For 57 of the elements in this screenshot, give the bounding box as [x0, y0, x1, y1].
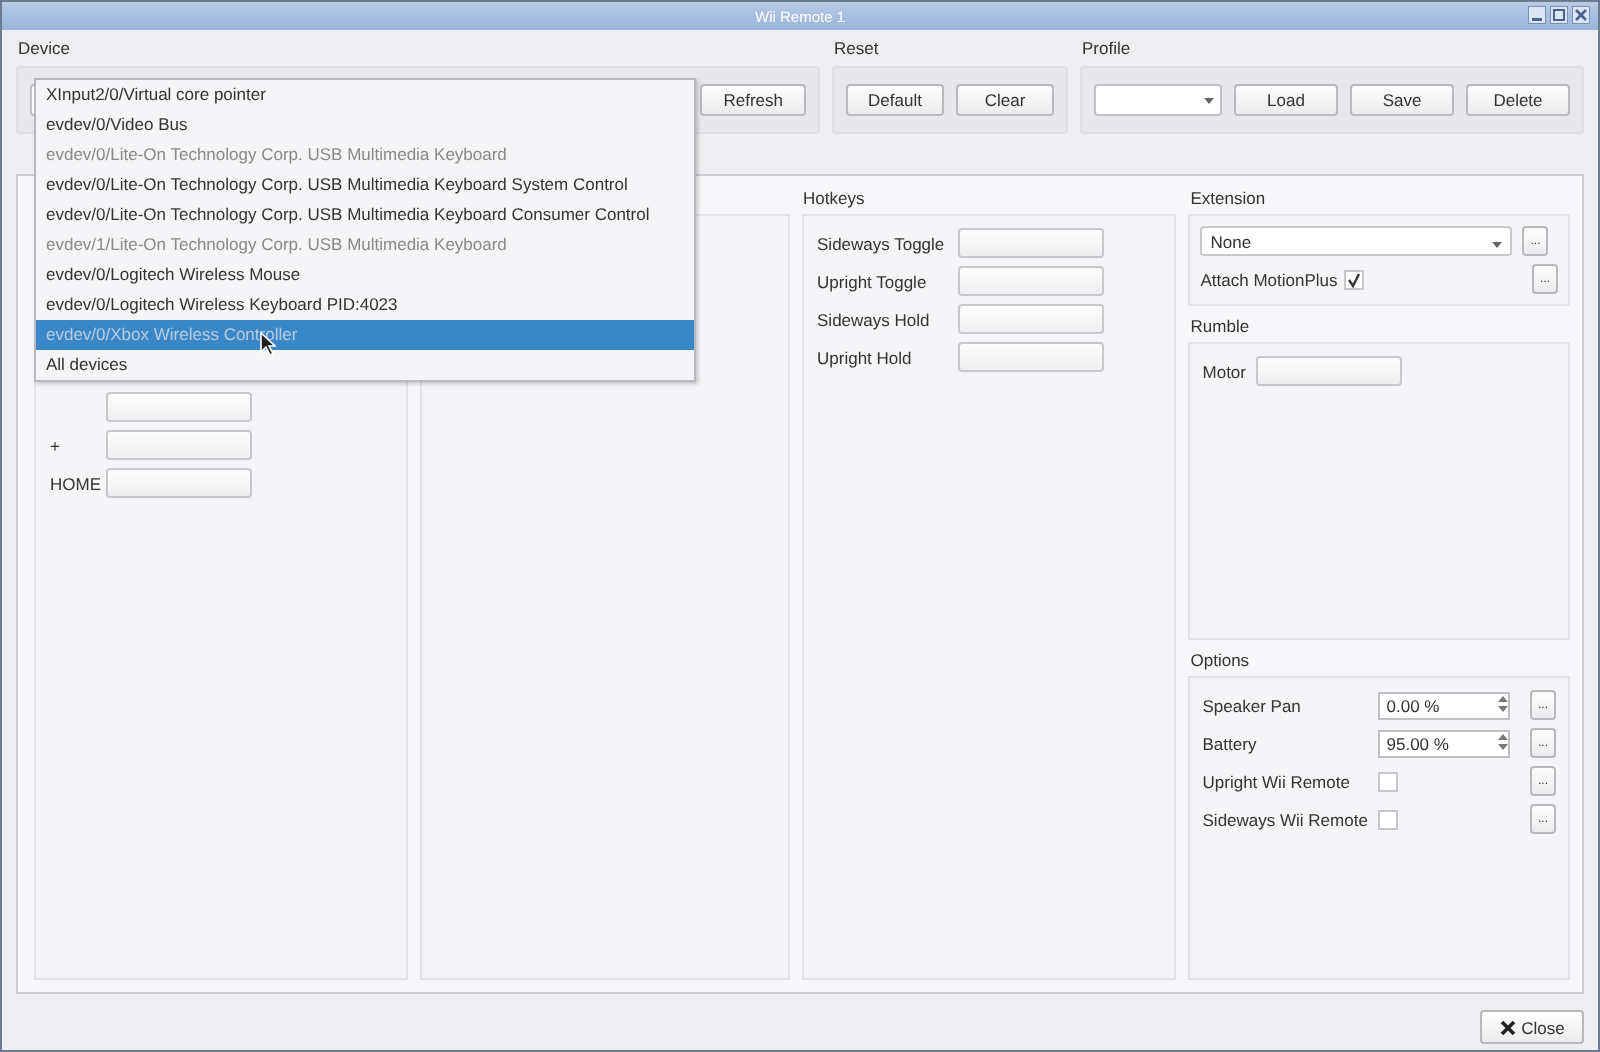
extension-select[interactable]: None	[1200, 226, 1513, 256]
input-field[interactable]	[957, 228, 1104, 258]
input-field[interactable]	[106, 468, 252, 498]
group-label: Reset	[832, 38, 879, 58]
dropdown-item[interactable]: evdev/0/Video Bus	[36, 110, 694, 140]
option-label: Upright Wii Remote	[1202, 771, 1352, 791]
input-field[interactable]	[106, 392, 252, 422]
profile-button[interactable]: Load	[1234, 84, 1338, 116]
dropdown-item[interactable]: evdev/0/Lite-On Technology Corp. USB Multimedia Keyboard System Control	[36, 170, 694, 200]
checkbox-label: Attach MotionPlus	[1200, 269, 1338, 289]
option-label: Sideways Wii Remote	[1202, 809, 1370, 829]
profile-button[interactable]: Delete	[1466, 84, 1570, 116]
rumble-label: Motor	[1202, 361, 1248, 381]
button-label: +	[50, 435, 62, 455]
close-icon[interactable]	[1572, 6, 1590, 24]
reset-button[interactable]: Default	[846, 84, 944, 116]
checkbox[interactable]	[1378, 809, 1399, 829]
input-field[interactable]	[1256, 356, 1403, 386]
close-button[interactable]: Close	[1480, 1010, 1584, 1044]
refresh-button[interactable]: Refresh	[700, 84, 806, 116]
close-icon	[1499, 1019, 1516, 1035]
spin-box[interactable]: 0.00 %	[1378, 691, 1511, 719]
spin-box[interactable]: 95.00 %	[1378, 729, 1511, 757]
group-label: Options	[1188, 650, 1250, 670]
group-label: Profile	[1080, 38, 1131, 58]
input-field[interactable]	[957, 304, 1104, 334]
dropdown-item[interactable]: evdev/0/Logitech Wireless Mouse	[36, 260, 694, 290]
group-label: Hotkeys	[801, 188, 865, 208]
spin-arrows-icon	[1498, 695, 1509, 711]
profile-combo[interactable]	[1094, 84, 1222, 116]
dropdown-arrow-icon	[1492, 241, 1503, 247]
group-label: Extension	[1188, 188, 1266, 208]
hotkey-label: Sideways Hold	[817, 309, 932, 329]
dropdown-arrow-icon	[1204, 97, 1214, 103]
input-field[interactable]	[957, 342, 1104, 372]
hotkey-label: Upright Toggle	[817, 271, 929, 291]
group-label: Rumble	[1188, 316, 1250, 336]
option-label: Speaker Pan	[1202, 695, 1303, 715]
input-field[interactable]	[106, 430, 252, 460]
hotkey-label: Sideways Toggle	[817, 233, 947, 253]
input-field[interactable]	[957, 266, 1104, 296]
reset-button[interactable]: Clear	[956, 84, 1054, 116]
button-label: HOME	[50, 473, 103, 493]
spin-arrows-icon	[1498, 733, 1509, 749]
checkbox[interactable]	[1378, 771, 1399, 791]
option-label: Battery	[1202, 733, 1259, 753]
dropdown-item[interactable]: All devices	[36, 350, 694, 380]
profile-button[interactable]: Save	[1350, 84, 1454, 116]
dropdown-item[interactable]: XInput2/0/Virtual core pointer	[36, 80, 694, 110]
dropdown-item[interactable]: evdev/0/Lite-On Technology Corp. USB Multimedia Keyboard Consumer Control	[36, 200, 694, 230]
dropdown-item[interactable]: evdev/0/Logitech Wireless Keyboard PID:4023	[36, 290, 694, 320]
group-label: Device	[16, 38, 70, 58]
hotkey-label: Upright Hold	[817, 347, 914, 367]
check-icon	[1345, 271, 1362, 287]
maximize-icon[interactable]	[1550, 6, 1568, 24]
checkbox[interactable]	[1343, 269, 1364, 289]
minimize-icon[interactable]	[1528, 6, 1546, 24]
